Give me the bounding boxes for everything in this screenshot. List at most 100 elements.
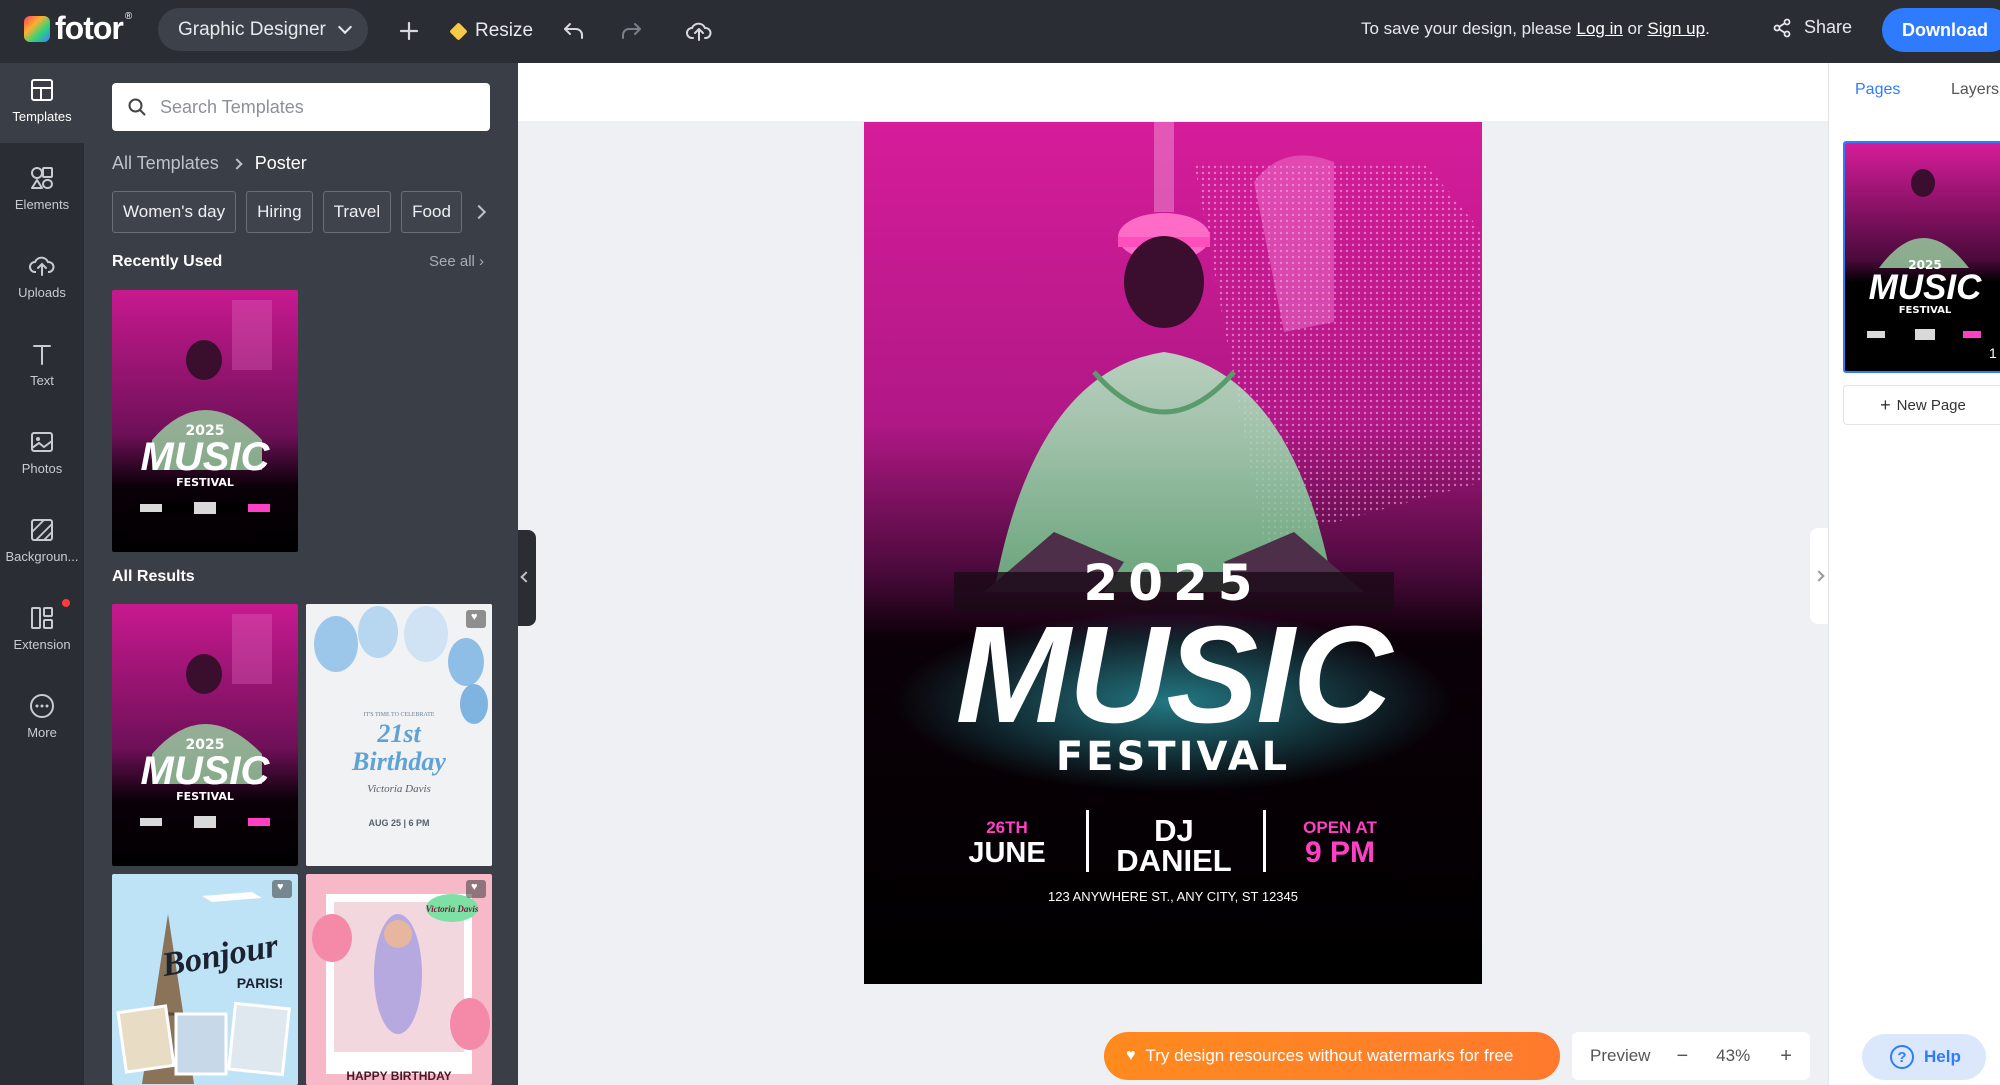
template-thumb-party[interactable]: Victoria Davis HAPPY BIRTHDAY — [306, 874, 492, 1085]
template-thumb-paris[interactable]: Bonjour PARIS! — [112, 874, 298, 1085]
poster-date-bottom[interactable]: JUNE — [968, 837, 1045, 869]
uploads-icon — [29, 256, 55, 276]
chip-travel[interactable]: Travel — [322, 191, 392, 233]
favorite-icon[interactable] — [272, 880, 292, 898]
breadcrumb-current: Poster — [254, 153, 307, 173]
recently-used-title: Recently Used — [112, 253, 223, 270]
help-label: Help — [1924, 1047, 1961, 1066]
download-label: Download — [1902, 19, 1988, 40]
poster-date-top[interactable]: 26TH — [986, 818, 1028, 837]
plus-icon: + — [1880, 394, 1891, 415]
elements-icon — [31, 167, 53, 189]
rail-item-uploads[interactable]: Uploads — [0, 239, 84, 319]
cloud-upload-icon[interactable] — [686, 14, 712, 48]
thumb-title: MUSIC — [141, 749, 271, 793]
collapse-panel-handle[interactable] — [518, 530, 536, 626]
zoom-in-icon[interactable]: + — [1780, 1045, 1792, 1068]
download-button[interactable]: Download — [1882, 8, 2000, 52]
favorite-icon[interactable] — [466, 610, 486, 628]
chevron-right-icon — [231, 157, 243, 170]
rail-item-extension[interactable]: Extension — [0, 591, 84, 671]
help-button[interactable]: ? Help — [1862, 1034, 1986, 1080]
template-thumb-music[interactable]: 2025 MUSIC FESTIVAL — [112, 604, 298, 866]
rail-item-text[interactable]: Text — [0, 327, 84, 407]
preview-button[interactable]: Preview — [1590, 1046, 1650, 1066]
thumb-birthday-date: AUG 25 | 6 PM — [368, 818, 429, 828]
rail-item-elements[interactable]: Elements — [0, 151, 84, 231]
pages-panel: Pages Layers 2025 MUSIC FESTIVAL 1 + New… — [1828, 63, 2000, 1085]
thumb-title: MUSIC — [141, 435, 271, 479]
thumb-birthday-top: IT'S TIME TO CELEBRATE — [364, 712, 435, 718]
tab-pages[interactable]: Pages — [1855, 81, 1900, 99]
photos-icon — [31, 432, 53, 452]
signup-link[interactable]: Sign up — [1647, 19, 1705, 38]
thumb-subtitle: FESTIVAL — [176, 476, 234, 489]
extension-icon — [31, 607, 53, 629]
templates-icon — [31, 79, 53, 101]
thumb-party-bottom: HAPPY BIRTHDAY — [346, 1069, 451, 1083]
thumb-birthday-name: Victoria Davis — [367, 783, 431, 795]
rail-item-photos[interactable]: Photos — [0, 415, 84, 495]
all-results-title: All Results — [112, 568, 195, 585]
share-icon — [1773, 18, 1791, 37]
search-templates-input[interactable]: Search Templates — [112, 83, 490, 131]
logo-text: fotor — [55, 10, 124, 46]
favorite-icon[interactable] — [466, 880, 486, 898]
new-page-button[interactable]: + New Page — [1843, 385, 2000, 425]
poster-open-bottom[interactable]: 9 PM — [1305, 836, 1375, 869]
or-text: or — [1627, 19, 1643, 38]
zoom-level[interactable]: 43% — [1716, 1046, 1750, 1066]
chip-food[interactable]: Food — [401, 191, 462, 233]
save-prefix: To save your design, please — [1361, 19, 1572, 38]
zoom-out-icon[interactable]: − — [1676, 1045, 1688, 1068]
thumb-birthday-title-2: Birthday — [351, 747, 446, 776]
search-placeholder: Search Templates — [160, 96, 304, 117]
rail-label: Uploads — [18, 285, 66, 300]
rail-label: More — [27, 725, 57, 740]
chips-next-icon[interactable] — [471, 204, 486, 220]
save-message: To save your design, please Log in or Si… — [1361, 19, 1710, 38]
poster-subtitle[interactable]: FESTIVAL — [1056, 734, 1290, 780]
add-icon[interactable] — [398, 14, 420, 48]
promo-label: Try design resources without watermarks … — [1145, 1046, 1514, 1065]
poster-open-top[interactable]: OPEN AT — [1303, 818, 1377, 837]
rail-label: Extension — [13, 637, 71, 652]
share-button[interactable]: Share — [1772, 17, 1852, 38]
poster-address[interactable]: 123 ANYWHERE ST., ANY CITY, ST 12345 — [1048, 889, 1298, 904]
logo-registered: ® — [124, 11, 133, 22]
chip-hiring[interactable]: Hiring — [246, 191, 313, 233]
resize-label: Resize — [475, 20, 534, 41]
tab-layers[interactable]: Layers — [1951, 81, 1999, 99]
login-link[interactable]: Log in — [1576, 19, 1622, 38]
notification-dot — [62, 599, 70, 607]
poster-dj-bottom[interactable]: DANIEL — [1116, 843, 1231, 878]
premium-diamond-icon — [449, 21, 468, 41]
left-rail: Templates Elements Uploads Text Photos B… — [0, 63, 84, 1085]
rail-item-more[interactable]: More — [0, 679, 84, 759]
template-thumb-birthday[interactable]: IT'S TIME TO CELEBRATE 21st Birthday Vic… — [306, 604, 492, 866]
see-all-link[interactable]: See all › — [429, 253, 484, 270]
role-dropdown[interactable]: Graphic Designer — [158, 8, 368, 51]
page-number: 1 — [1989, 345, 1997, 361]
undo-icon[interactable] — [562, 14, 586, 48]
text-icon — [33, 345, 51, 365]
rail-item-background[interactable]: Backgroun... — [0, 503, 84, 583]
fotor-logo[interactable]: fotor ® — [24, 10, 133, 47]
expand-right-handle[interactable] — [1810, 528, 1828, 624]
rail-item-templates[interactable]: Templates — [0, 63, 84, 143]
thumb-party-badge: Victoria Davis — [426, 904, 479, 914]
chip-womens-day[interactable]: Women's day — [112, 191, 237, 233]
resize-button[interactable]: Resize — [449, 14, 534, 48]
page-thumbnail-1[interactable]: 2025 MUSIC FESTIVAL — [1843, 141, 2000, 373]
poster-canvas[interactable]: 2025 MUSIC FESTIVAL 26TH JUNE DJ DANIEL … — [864, 122, 1482, 984]
breadcrumb-root[interactable]: All Templates — [112, 153, 219, 174]
template-thumb-music-recent[interactable]: 2025 MUSIC FESTIVAL — [112, 290, 298, 552]
search-icon — [128, 98, 146, 116]
help-icon: ? — [1890, 1045, 1914, 1069]
thumb-birthday-title-1: 21st — [376, 719, 421, 748]
rail-label: Backgroun... — [5, 549, 79, 564]
watermark-promo-button[interactable]: ♥ Try design resources without watermark… — [1104, 1032, 1560, 1080]
redo-icon[interactable] — [619, 14, 643, 48]
poster-title[interactable]: MUSIC — [956, 598, 1397, 752]
thumb-subtitle: FESTIVAL — [176, 790, 234, 803]
